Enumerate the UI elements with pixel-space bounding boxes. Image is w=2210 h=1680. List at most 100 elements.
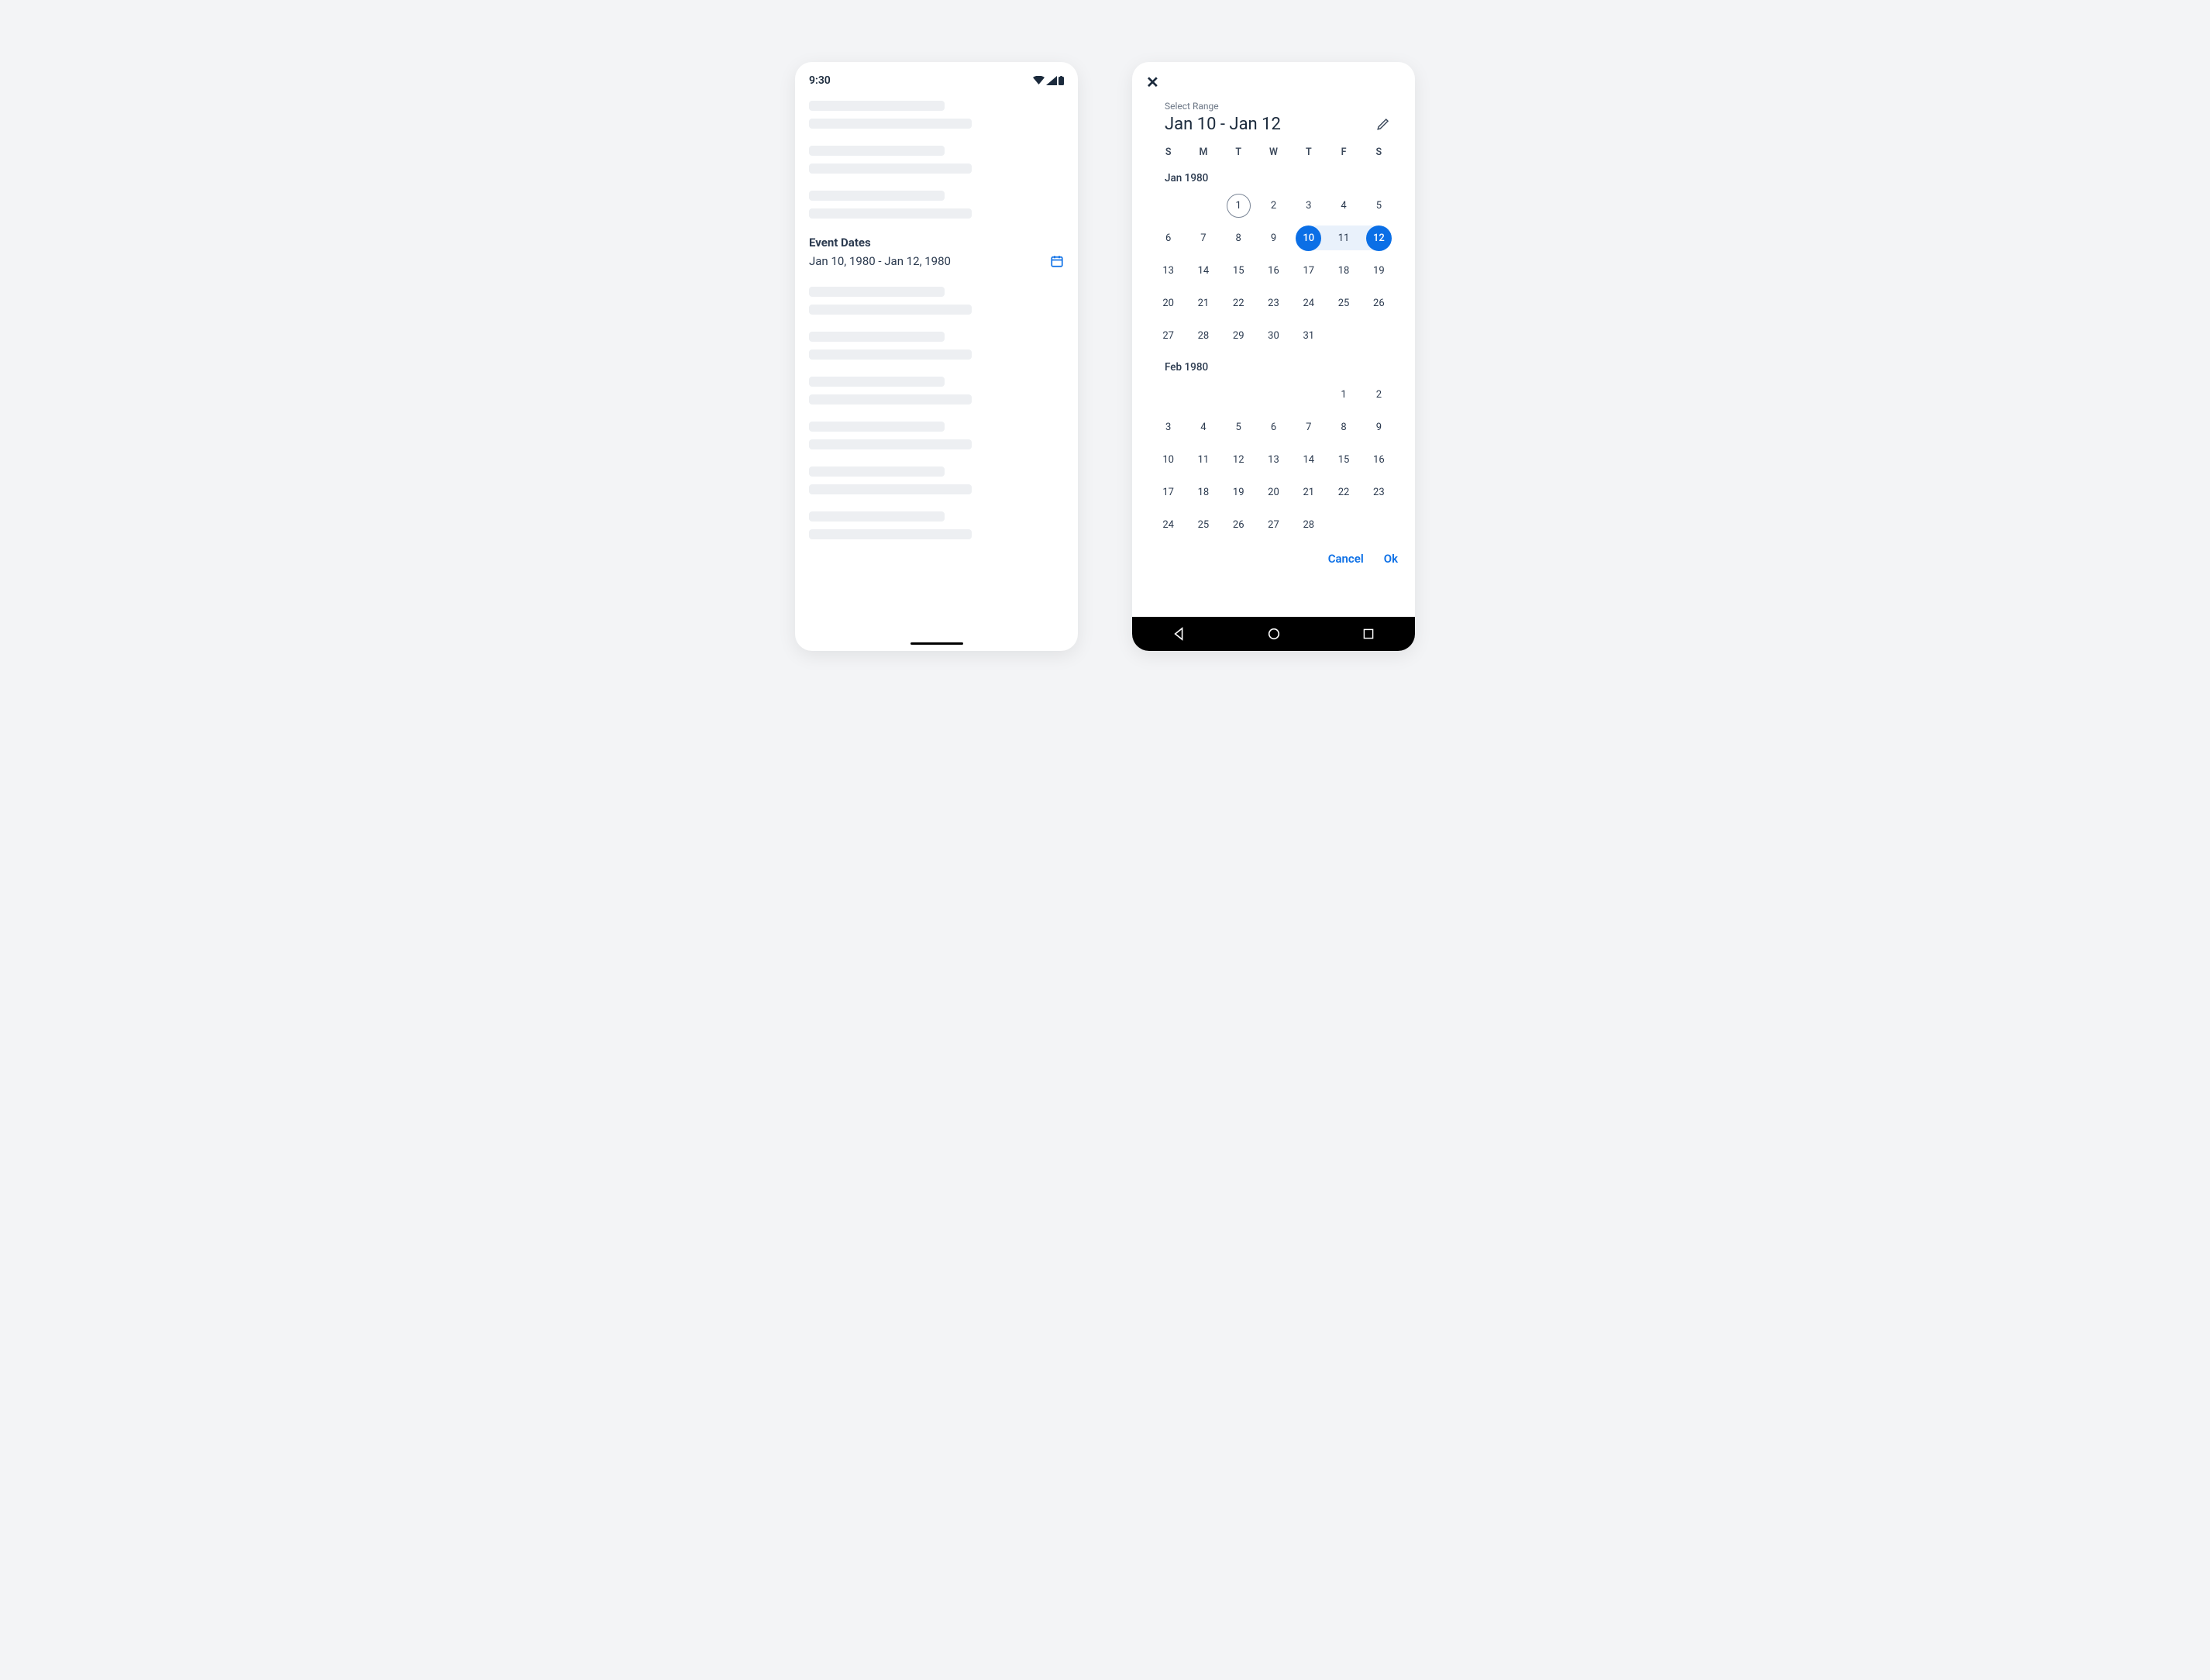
day-cell[interactable]: 2: [1361, 381, 1396, 408]
day-number: 9: [1271, 232, 1276, 244]
skeleton-group: [809, 422, 1064, 449]
day-cell[interactable]: 24: [1291, 290, 1326, 316]
day-cell[interactable]: 22: [1221, 290, 1256, 316]
day-cell[interactable]: 1: [1326, 381, 1361, 408]
day-cell[interactable]: 16: [1256, 257, 1291, 284]
day-number: 5: [1376, 200, 1382, 212]
day-cell[interactable]: 28: [1186, 322, 1220, 349]
day-cell[interactable]: 17: [1291, 257, 1326, 284]
day-number: 8: [1236, 232, 1241, 244]
day-cell[interactable]: 23: [1256, 290, 1291, 316]
phone-list-screen: 9:30 Event Dates Jan 10, 1980 - Jan 12, …: [795, 62, 1078, 651]
day-cell[interactable]: 13: [1151, 257, 1186, 284]
day-cell[interactable]: 12: [1361, 225, 1396, 251]
day-cell[interactable]: 11: [1326, 225, 1361, 251]
day-number: 19: [1373, 265, 1385, 277]
calendar-scroll[interactable]: Jan 198012345678910111213141516171819202…: [1132, 169, 1415, 547]
nav-home-icon[interactable]: [1267, 627, 1281, 641]
days-grid: 1234567891011121314151617181920212223242…: [1132, 192, 1415, 358]
day-cell[interactable]: 10: [1151, 446, 1186, 473]
day-cell[interactable]: 11: [1186, 446, 1220, 473]
day-cell[interactable]: 15: [1326, 446, 1361, 473]
day-cell[interactable]: 20: [1151, 290, 1186, 316]
skeleton-line: [809, 119, 972, 129]
day-cell[interactable]: 5: [1221, 414, 1256, 440]
day-number: 25: [1198, 519, 1210, 531]
day-number: 3: [1306, 200, 1311, 212]
day-cell[interactable]: 8: [1221, 225, 1256, 251]
day-cell[interactable]: 29: [1221, 322, 1256, 349]
day-cell[interactable]: 5: [1361, 192, 1396, 219]
day-cell[interactable]: 9: [1361, 414, 1396, 440]
day-empty: [1291, 381, 1326, 408]
day-cell[interactable]: 13: [1256, 446, 1291, 473]
skeleton-line: [809, 529, 972, 539]
day-number: 27: [1162, 330, 1174, 342]
day-number: 26: [1373, 298, 1385, 309]
day-number: 4: [1200, 422, 1206, 433]
day-cell[interactable]: 7: [1186, 225, 1220, 251]
day-cell[interactable]: 27: [1256, 511, 1291, 538]
day-cell[interactable]: 2: [1256, 192, 1291, 219]
day-number: 9: [1376, 422, 1382, 433]
day-number: 22: [1233, 298, 1244, 309]
day-cell[interactable]: 26: [1361, 290, 1396, 316]
day-number: 17: [1303, 265, 1314, 277]
day-cell[interactable]: 28: [1291, 511, 1326, 538]
day-cell[interactable]: 3: [1291, 192, 1326, 219]
day-cell[interactable]: 12: [1221, 446, 1256, 473]
edit-icon[interactable]: [1376, 117, 1390, 134]
day-number: 1: [1341, 389, 1346, 401]
day-cell[interactable]: 22: [1326, 479, 1361, 505]
day-cell[interactable]: 7: [1291, 414, 1326, 440]
day-cell[interactable]: 4: [1186, 414, 1220, 440]
skeleton-line: [809, 484, 972, 494]
day-cell[interactable]: 19: [1361, 257, 1396, 284]
skeleton-line: [809, 349, 972, 360]
ok-button[interactable]: Ok: [1384, 552, 1398, 566]
event-dates-field[interactable]: Event Dates Jan 10, 1980 - Jan 12, 1980: [809, 236, 1064, 268]
close-icon[interactable]: ✕: [1146, 73, 1159, 91]
day-cell[interactable]: 6: [1256, 414, 1291, 440]
day-cell[interactable]: 9: [1256, 225, 1291, 251]
skeleton-line: [809, 305, 972, 315]
cancel-button[interactable]: Cancel: [1328, 552, 1364, 566]
day-cell[interactable]: 31: [1291, 322, 1326, 349]
day-number: 20: [1162, 298, 1174, 309]
day-cell[interactable]: 26: [1221, 511, 1256, 538]
day-cell[interactable]: 15: [1221, 257, 1256, 284]
day-cell[interactable]: 10: [1291, 225, 1326, 251]
day-cell[interactable]: 27: [1151, 322, 1186, 349]
day-cell[interactable]: 24: [1151, 511, 1186, 538]
nav-back-icon[interactable]: [1172, 627, 1186, 641]
day-cell[interactable]: 23: [1361, 479, 1396, 505]
day-cell[interactable]: 19: [1221, 479, 1256, 505]
day-cell[interactable]: 8: [1326, 414, 1361, 440]
day-number: 15: [1233, 265, 1244, 277]
day-cell[interactable]: 14: [1186, 257, 1220, 284]
skeleton-line: [809, 439, 972, 449]
day-cell[interactable]: 20: [1256, 479, 1291, 505]
day-cell[interactable]: 3: [1151, 414, 1186, 440]
skeleton-line: [809, 287, 945, 297]
day-cell[interactable]: 1: [1221, 192, 1256, 219]
day-cell[interactable]: 25: [1326, 290, 1361, 316]
weekday-label: W: [1256, 146, 1291, 158]
day-cell[interactable]: 14: [1291, 446, 1326, 473]
weekday-label: M: [1186, 146, 1220, 158]
day-cell[interactable]: 16: [1361, 446, 1396, 473]
calendar-icon[interactable]: [1050, 254, 1064, 268]
day-number: 11: [1198, 454, 1210, 466]
day-cell[interactable]: 18: [1186, 479, 1220, 505]
day-cell[interactable]: 21: [1291, 479, 1326, 505]
day-number: 14: [1303, 454, 1314, 466]
day-cell[interactable]: 25: [1186, 511, 1220, 538]
day-number: 6: [1165, 232, 1171, 244]
day-cell[interactable]: 6: [1151, 225, 1186, 251]
nav-recent-icon[interactable]: [1362, 628, 1375, 640]
day-cell[interactable]: 21: [1186, 290, 1220, 316]
day-cell[interactable]: 18: [1326, 257, 1361, 284]
day-cell[interactable]: 4: [1326, 192, 1361, 219]
day-cell[interactable]: 17: [1151, 479, 1186, 505]
day-cell[interactable]: 30: [1256, 322, 1291, 349]
